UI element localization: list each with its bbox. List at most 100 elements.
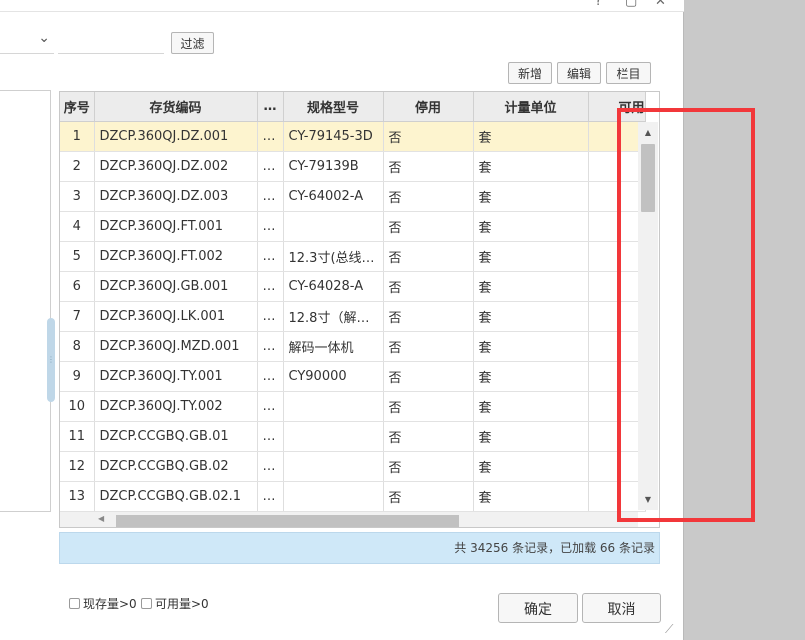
cell-seq[interactable]: 13 (60, 481, 95, 512)
table-row[interactable]: 13 DZCP.CCGBQ.GB.02.1… 否套 (60, 481, 646, 512)
cell-code[interactable]: DZCP.360QJ.GB.001 (94, 271, 258, 302)
cell-stop[interactable]: 否 (383, 421, 474, 452)
stock-positive-checkbox[interactable]: 现存量>0 (69, 595, 137, 612)
cell-unit[interactable]: 套 (473, 391, 589, 422)
cell-stop[interactable]: 否 (383, 331, 474, 362)
cell-seq[interactable]: 12 (60, 451, 95, 482)
cell-spec[interactable]: CY-79145-3D (283, 121, 384, 152)
cell-code[interactable]: DZCP.360QJ.LK.001 (94, 301, 258, 332)
scroll-left-icon[interactable]: ◀ (98, 514, 104, 523)
cell-stop[interactable]: 否 (383, 391, 474, 422)
horizontal-scroll-thumb[interactable] (116, 515, 459, 527)
table-row[interactable]: 4 DZCP.360QJ.FT.001… 否套 (60, 211, 646, 242)
cell-unit[interactable]: 套 (473, 211, 589, 242)
cell-spec[interactable]: CY-64002-A (283, 181, 384, 212)
filter-field-select[interactable]: ⌄ (0, 28, 54, 54)
cell-ell[interactable]: … (257, 391, 284, 422)
cell-spec[interactable] (283, 211, 384, 242)
cell-seq[interactable]: 9 (60, 361, 95, 392)
cell-unit[interactable]: 套 (473, 181, 589, 212)
cell-code[interactable]: DZCP.360QJ.DZ.002 (94, 151, 258, 182)
cell-code[interactable]: DZCP.CCGBQ.GB.02 (94, 451, 258, 482)
cell-code[interactable]: DZCP.360QJ.DZ.003 (94, 181, 258, 212)
cell-stop[interactable]: 否 (383, 211, 474, 242)
cell-stop[interactable]: 否 (383, 301, 474, 332)
cell-unit[interactable]: 套 (473, 121, 589, 152)
cell-stop[interactable]: 否 (383, 121, 474, 152)
column-header-code[interactable]: 存货编码 (94, 92, 258, 122)
cell-ell[interactable]: … (257, 481, 284, 512)
columns-button[interactable]: 栏目 (606, 62, 651, 84)
cell-ell[interactable]: … (257, 301, 284, 332)
cell-seq[interactable]: 5 (60, 241, 95, 272)
table-row[interactable]: 6 DZCP.360QJ.GB.001… CY-64028-A 否套 (60, 271, 646, 302)
cell-seq[interactable]: 7 (60, 301, 95, 332)
cell-stop[interactable]: 否 (383, 151, 474, 182)
table-row[interactable]: 3 DZCP.360QJ.DZ.003… CY-64002-A 否套 (60, 181, 646, 212)
table-row[interactable]: 11 DZCP.CCGBQ.GB.01… 否套 (60, 421, 646, 452)
cell-seq[interactable]: 1 (60, 121, 95, 152)
cell-seq[interactable]: 2 (60, 151, 95, 182)
cell-ell[interactable]: … (257, 271, 284, 302)
resize-grip-icon[interactable]: ⟋ (665, 622, 673, 637)
cell-stop[interactable]: 否 (383, 271, 474, 302)
cell-ell[interactable]: … (257, 361, 284, 392)
cell-seq[interactable]: 3 (60, 181, 95, 212)
cell-seq[interactable]: 8 (60, 331, 95, 362)
column-header-collapsed[interactable]: … (257, 92, 284, 122)
cell-stop[interactable]: 否 (383, 181, 474, 212)
cell-code[interactable]: DZCP.360QJ.FT.001 (94, 211, 258, 242)
cell-ell[interactable]: … (257, 211, 284, 242)
filter-input[interactable] (58, 31, 164, 54)
cancel-button[interactable]: 取消 (582, 593, 661, 623)
edit-button[interactable]: 编辑 (557, 62, 601, 84)
cell-seq[interactable]: 4 (60, 211, 95, 242)
cell-code[interactable]: DZCP.360QJ.DZ.001 (94, 121, 258, 152)
table-row[interactable]: 8 DZCP.360QJ.MZD.001… 解码一体机否套 (60, 331, 646, 362)
cell-ell[interactable]: … (257, 241, 284, 272)
cell-unit[interactable]: 套 (473, 271, 589, 302)
panel-splitter-handle[interactable]: ⋮ (47, 318, 55, 402)
cell-ell[interactable]: … (257, 151, 284, 182)
column-header-disabled[interactable]: 停用 (383, 92, 474, 122)
cell-code[interactable]: DZCP.CCGBQ.GB.02.1 (94, 481, 258, 512)
table-row[interactable]: 2 DZCP.360QJ.DZ.002… CY-79139B 否套 (60, 151, 646, 182)
cell-spec[interactable]: 12.8寸（解… (283, 301, 384, 332)
cell-spec[interactable]: CY-79139B (283, 151, 384, 182)
cell-spec[interactable]: CY90000 (283, 361, 384, 392)
cell-spec[interactable]: CY-64028-A (283, 271, 384, 302)
checkbox-box[interactable] (69, 598, 80, 609)
cell-spec[interactable] (283, 481, 384, 512)
cell-unit[interactable]: 套 (473, 361, 589, 392)
column-header-seq[interactable]: 序号 (60, 92, 95, 122)
table-row[interactable]: 10 DZCP.360QJ.TY.002… 否套 (60, 391, 646, 422)
cell-unit[interactable]: 套 (473, 331, 589, 362)
cell-code[interactable]: DZCP.360QJ.FT.002 (94, 241, 258, 272)
table-row[interactable]: 1 DZCP.360QJ.DZ.001… CY-79145-3D 否套 (60, 121, 646, 152)
cell-unit[interactable]: 套 (473, 151, 589, 182)
maximize-icon[interactable]: ▢ (625, 0, 637, 9)
cell-seq[interactable]: 6 (60, 271, 95, 302)
cell-spec[interactable] (283, 421, 384, 452)
table-row[interactable]: 9 DZCP.360QJ.TY.001… CY90000 否套 (60, 361, 646, 392)
column-header-spec[interactable]: 规格型号 (283, 92, 384, 122)
cell-unit[interactable]: 套 (473, 421, 589, 452)
cell-ell[interactable]: … (257, 121, 284, 152)
cell-spec[interactable] (283, 451, 384, 482)
column-header-unit[interactable]: 计量单位 (473, 92, 589, 122)
cell-seq[interactable]: 11 (60, 421, 95, 452)
table-row[interactable]: 5 DZCP.360QJ.FT.002… 12.3寸(总线… 否套 (60, 241, 646, 272)
cell-stop[interactable]: 否 (383, 241, 474, 272)
cell-unit[interactable]: 套 (473, 451, 589, 482)
cell-ell[interactable]: … (257, 181, 284, 212)
cell-seq[interactable]: 10 (60, 391, 95, 422)
table-row[interactable]: 12 DZCP.CCGBQ.GB.02… 否套 (60, 451, 646, 482)
cell-ell[interactable]: … (257, 451, 284, 482)
cell-stop[interactable]: 否 (383, 361, 474, 392)
filter-button[interactable]: 过滤 (171, 32, 214, 54)
table-row[interactable]: 7 DZCP.360QJ.LK.001… 12.8寸（解… 否套 (60, 301, 646, 332)
cell-code[interactable]: DZCP.360QJ.TY.001 (94, 361, 258, 392)
cell-code[interactable]: DZCP.CCGBQ.GB.01 (94, 421, 258, 452)
add-button[interactable]: 新增 (508, 62, 552, 84)
horizontal-scrollbar[interactable]: ◀ (60, 512, 638, 527)
